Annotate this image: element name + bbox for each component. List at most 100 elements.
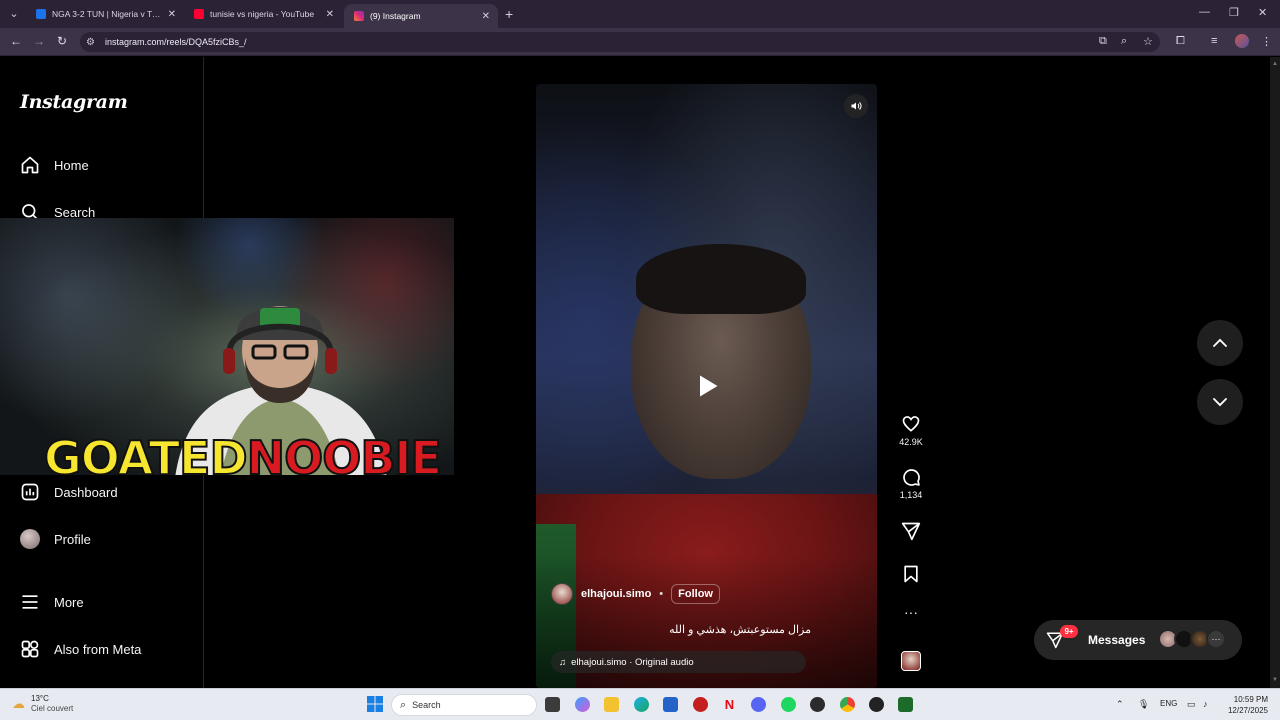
extensions-icon[interactable]: ⧠ [1176, 35, 1185, 48]
tray-overflow-icon[interactable]: ⌃ [1116, 699, 1124, 710]
meta-apps-icon [20, 639, 40, 659]
play-icon[interactable] [688, 367, 726, 405]
unread-badge: 9+ [1060, 625, 1078, 638]
edge-icon[interactable] [634, 697, 649, 712]
microphone-icon[interactable]: 🎙 [1138, 699, 1149, 710]
reload-icon[interactable]: ↻ [57, 34, 67, 48]
audio-thumbnail[interactable] [901, 651, 921, 671]
minimize-icon[interactable]: — [1199, 6, 1210, 18]
chrome-icon[interactable] [840, 697, 855, 712]
banner-word-noobie: NOOBIE [246, 431, 443, 475]
scroll-up-icon[interactable]: ▲ [1272, 61, 1278, 69]
taskbar: ☁ 13°C Ciel couvert ⌕ Search N ⌃ 🎙 ENG ▭… [0, 688, 1280, 720]
tab-instagram[interactable]: (9) Instagram ✕ [344, 4, 498, 28]
scroll-down-icon[interactable]: ▼ [1272, 677, 1278, 685]
instagram-logo[interactable]: Instagram [20, 91, 128, 113]
weather-widget[interactable]: ☁ 13°C Ciel couvert [12, 694, 73, 714]
search-placeholder: Search [412, 700, 441, 710]
store-icon[interactable] [663, 697, 678, 712]
comment-count: 1,134 [899, 490, 923, 500]
taskbar-search[interactable]: ⌕ Search [391, 694, 537, 716]
previous-reel-button[interactable] [1197, 320, 1243, 366]
media-controls-icon[interactable]: ≡ [1211, 35, 1217, 47]
sidebar-item-dashboard[interactable]: Dashboard [20, 482, 118, 502]
reel-owner: elhajoui.simo • Follow [551, 583, 720, 605]
app-icon[interactable] [869, 697, 884, 712]
bookmark-star-icon[interactable]: ☆ [1143, 35, 1153, 48]
google-favicon-icon [36, 9, 46, 19]
close-tab-icon[interactable]: ✕ [482, 11, 490, 22]
sidebar-item-label: More [54, 594, 84, 610]
more-avatars-icon: ··· [1206, 629, 1226, 649]
messages-label: Messages [1088, 633, 1146, 647]
share-button[interactable] [894, 521, 928, 541]
close-tab-icon[interactable]: ✕ [168, 9, 176, 20]
more-options-icon[interactable]: ··· [894, 604, 928, 620]
netflix-icon[interactable]: N [722, 697, 737, 712]
sidebar-item-home[interactable]: Home [20, 155, 89, 175]
speaker-icon[interactable]: ♪ [1203, 699, 1208, 709]
close-tab-icon[interactable]: ✕ [326, 9, 334, 20]
file-explorer-icon[interactable] [604, 697, 619, 712]
volume-icon[interactable] [844, 94, 868, 118]
bookmark-icon [904, 565, 918, 583]
tab-youtube[interactable]: tunisie vs nigeria - YouTube ✕ [184, 4, 342, 24]
weather-temp: 13°C [31, 694, 49, 703]
page-scrollbar[interactable]: ▲ ▼ [1270, 57, 1280, 688]
clock[interactable]: 10:59 PM 12/27/2025 [1222, 694, 1268, 716]
network-icon[interactable]: ▭ [1187, 699, 1196, 710]
tab-title: NGA 3-2 TUN | Nigeria v Tunisia [52, 9, 162, 19]
owner-username[interactable]: elhajoui.simo [581, 588, 651, 600]
weather-desc: Ciel couvert [31, 704, 74, 713]
chrome-menu-icon[interactable]: ⋮ [1261, 35, 1272, 48]
copilot-icon[interactable] [575, 697, 590, 712]
next-reel-button[interactable] [1197, 379, 1243, 425]
streamer-webcam-overlay: GOATEDNOOBIE [0, 218, 454, 475]
sidebar-item-label: Profile [54, 531, 91, 547]
sidebar-item-more[interactable]: More [20, 592, 84, 612]
home-icon [20, 155, 40, 175]
discord-icon[interactable] [751, 697, 766, 712]
profile-avatar [20, 529, 40, 549]
comment-button[interactable]: 1,134 [894, 467, 928, 500]
task-view-icon[interactable] [545, 697, 560, 712]
menu-icon [20, 592, 40, 612]
windows-start-icon[interactable] [367, 696, 383, 712]
sidebar-item-label: Also from Meta [54, 641, 142, 657]
dashboard-icon [20, 482, 40, 502]
chevron-up-icon [1213, 338, 1227, 347]
close-window-icon[interactable]: ✕ [1258, 6, 1267, 19]
back-icon[interactable]: ← [10, 34, 22, 48]
cloud-icon: ☁ [12, 696, 25, 711]
site-info-icon[interactable]: ⚙ [86, 37, 95, 48]
search-icon: ⌕ [400, 698, 407, 711]
follow-button[interactable]: Follow [671, 584, 720, 604]
profile-avatar[interactable] [1235, 34, 1249, 48]
clock-time: 10:59 PM [1233, 695, 1268, 704]
overlay-banner: GOATEDNOOBIE [43, 434, 443, 475]
tab-search-button[interactable]: ⌄ [6, 6, 22, 22]
sidebar-item-also-from-meta[interactable]: Also from Meta [20, 639, 141, 659]
like-button[interactable]: 42.9K [894, 414, 928, 447]
language-indicator[interactable]: ENG [1160, 699, 1177, 708]
zoom-icon[interactable]: ⌕ [1121, 35, 1127, 48]
sidebar-item-profile[interactable]: Profile [20, 529, 91, 549]
new-tab-button[interactable]: + [505, 6, 513, 22]
owner-avatar[interactable] [551, 583, 573, 605]
browser-tab-bar: ⌄ NGA 3-2 TUN | Nigeria v Tunisia ✕ tuni… [0, 0, 1280, 28]
install-app-icon[interactable]: ⧉ [1099, 35, 1107, 48]
spotify-icon[interactable] [781, 697, 796, 712]
save-button[interactable] [894, 564, 928, 584]
tab-title: tunisie vs nigeria - YouTube [210, 9, 315, 19]
xbox-icon[interactable] [810, 697, 825, 712]
sidebar-item-label: Dashboard [54, 484, 118, 500]
tab-nga-tun[interactable]: NGA 3-2 TUN | Nigeria v Tunisia ✕ [26, 4, 184, 24]
reel-caption: مزال مستوعبتش، هذشي و الله [669, 624, 811, 636]
audio-attribution[interactable]: ♫ elhajoui.simo · Original audio [551, 651, 806, 673]
url-field[interactable]: ⚙ instagram.com/reels/DQA5fziCBs_/ [80, 32, 1160, 52]
app-icon[interactable] [693, 697, 708, 712]
forward-icon[interactable]: → [33, 34, 45, 48]
clock-date: 12/27/2025 [1227, 706, 1268, 715]
terminal-icon[interactable] [898, 697, 913, 712]
restore-icon[interactable]: ❐ [1229, 6, 1239, 19]
